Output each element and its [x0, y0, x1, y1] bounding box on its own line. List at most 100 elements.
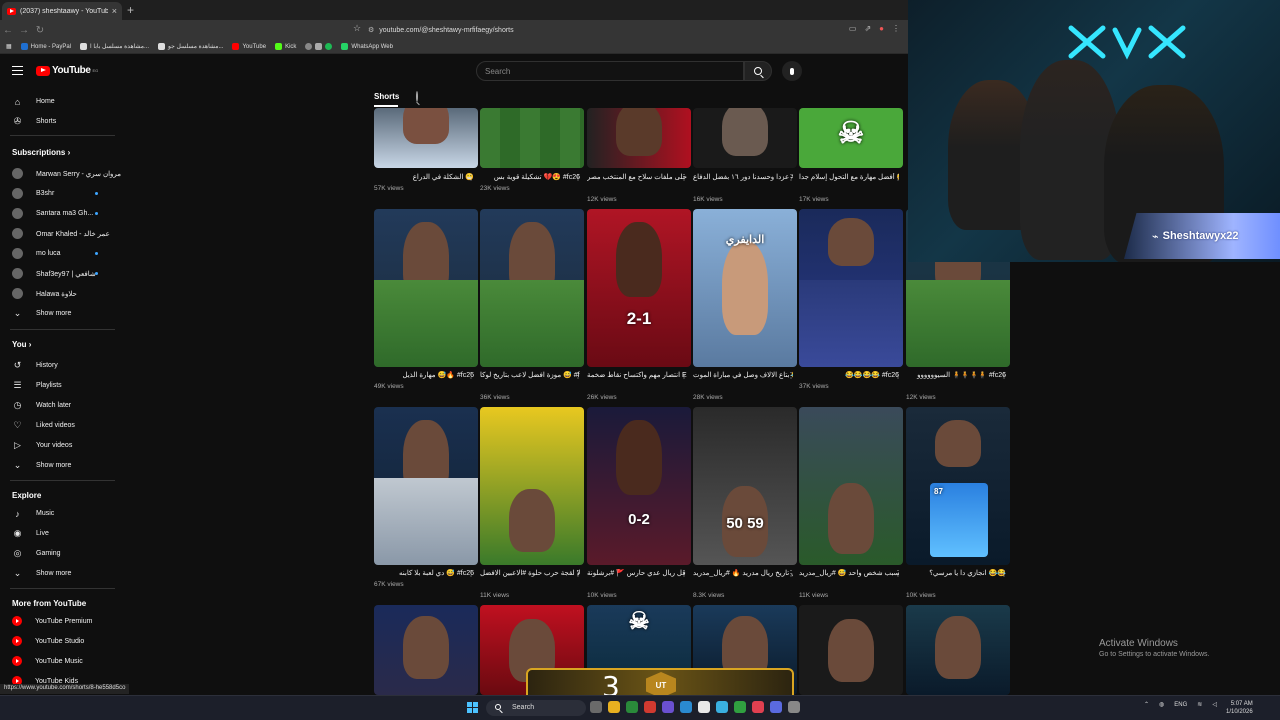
short-thumbnail[interactable]: 87	[906, 407, 1010, 565]
short-thumbnail[interactable]: 2-1	[587, 209, 691, 367]
sidebar-item-playlists[interactable]: ☰ Playlists	[12, 380, 61, 391]
browser-tab[interactable]: (2037) sheshtaawy - YouTube ×	[2, 2, 122, 20]
sidebar-item-your-videos[interactable]: ▷ Your videos	[12, 440, 72, 451]
app-icon[interactable]	[788, 701, 800, 713]
short-thumbnail[interactable]	[480, 209, 584, 367]
more-actions-icon[interactable]: ⋮	[894, 174, 902, 182]
short-thumbnail[interactable]: 50 59	[693, 407, 797, 565]
app-icon[interactable]	[626, 701, 638, 713]
short-title[interactable]: من أحلى ملفات سلاح مع المنتخب مصر EG #	[587, 173, 687, 182]
subscription-item[interactable]: B3shr	[12, 188, 54, 199]
bookmark-series-2[interactable]: مشاهدة مسلسل جو...	[158, 43, 223, 50]
search-input[interactable]: Search	[476, 61, 744, 81]
short-thumbnail[interactable]	[374, 605, 478, 695]
bookmark-misc-icons[interactable]	[305, 43, 333, 50]
sidebar-item-home[interactable]: ⌂ Home	[12, 96, 55, 107]
youtube-logo[interactable]: YouTube EG	[36, 65, 98, 76]
short-thumbnail[interactable]: ☠	[799, 108, 903, 168]
file-explorer-icon[interactable]	[608, 701, 620, 713]
app-icon[interactable]	[644, 701, 656, 713]
windows-start-icon[interactable]	[467, 702, 478, 713]
bookmark-whatsapp[interactable]: WhatsApp Web	[341, 43, 393, 50]
sidebar-item-watch-later[interactable]: ◷ Watch later	[12, 400, 72, 411]
you-heading[interactable]: You ›	[12, 340, 31, 349]
network-icon[interactable]: ◍	[1159, 701, 1164, 708]
short-title[interactable]: انجازي دا يا مرسي؟ 😂😂	[906, 569, 1006, 578]
short-title[interactable]: غزدا بسبب شخص واحد 😅 #ريال_مدريد	[799, 569, 899, 578]
sidebar-item-youtube-premium[interactable]: YouTube Premium	[12, 616, 92, 626]
more-actions-icon[interactable]: ⋮	[680, 174, 688, 182]
subscription-item[interactable]: Marwan Serry - مروان سري	[12, 168, 121, 179]
more-actions-icon[interactable]: ⋮	[574, 372, 582, 380]
share-icon[interactable]: ⇗	[864, 24, 871, 33]
short-title[interactable]: بتاع الالاف وصل في مباراة الموت 😂😍 #fc26	[693, 371, 793, 380]
apps-icon[interactable]: ▦	[6, 43, 12, 50]
subscription-item[interactable]: Santara ma3 Gh...	[12, 208, 93, 219]
site-info-icon[interactable]: ⚙	[368, 26, 374, 34]
task-view-icon[interactable]	[590, 701, 602, 713]
sidebar-item-youtube-music[interactable]: YouTube Music	[12, 656, 83, 666]
short-thumbnail[interactable]: الدايفري	[693, 209, 797, 367]
short-title[interactable]: بتاع ولا لقجة حرب حلوة #الاعبين الافضل 😅	[480, 569, 580, 578]
short-title[interactable]: عرضي قل ريال عدي حارس 🚩 #برشلونة	[587, 569, 687, 578]
subscription-item[interactable]: Omar Khaled - عمر خالد	[12, 228, 110, 239]
app-icon[interactable]	[734, 701, 746, 713]
more-actions-icon[interactable]: ⋮	[467, 174, 475, 182]
more-actions-icon[interactable]: ⋮	[894, 372, 902, 380]
show-more-explore[interactable]: ⌄ Show more	[12, 568, 72, 579]
short-thumbnail[interactable]: 0-2	[587, 407, 691, 565]
bookmark-star-icon[interactable]: ☆	[353, 23, 361, 34]
sidebar-item-gaming[interactable]: ◎ Gaming	[12, 548, 61, 559]
more-actions-icon[interactable]: ⋮	[894, 570, 902, 578]
new-tab-button[interactable]: +	[127, 3, 134, 17]
sidebar-item-live[interactable]: ◉ Live	[12, 528, 49, 539]
short-title[interactable]: تشكيلة قوية بس 💔😍 #fc26	[480, 173, 580, 182]
forward-icon[interactable]: →	[16, 25, 32, 36]
short-thumbnail[interactable]	[587, 108, 691, 168]
short-title[interactable]: افضل لاعب في تاريخ ريال مدريد 🔥 #ريال_مد…	[693, 569, 793, 578]
short-thumbnail[interactable]	[693, 108, 797, 168]
cast-icon[interactable]: ▭	[849, 24, 857, 33]
wifi-icon[interactable]: ≋	[1197, 701, 1202, 708]
short-title[interactable]: موزة افضل لاعب بتاريخ لوكا 😅 #fc26 🔥	[480, 371, 580, 380]
short-title[interactable]: الشكلة في الدراع 😁	[374, 173, 474, 182]
bookmark-kick[interactable]: Kick	[275, 43, 296, 50]
app-icon[interactable]	[680, 701, 692, 713]
show-more-you[interactable]: ⌄ Show more	[12, 460, 72, 471]
short-thumbnail[interactable]	[374, 209, 478, 367]
taskbar-search[interactable]: Search	[486, 700, 586, 716]
more-actions-icon[interactable]: ⋮	[574, 174, 582, 182]
more-actions-icon[interactable]: ⋮	[787, 372, 795, 380]
app-icon[interactable]	[698, 701, 710, 713]
language-indicator[interactable]: ENG	[1174, 702, 1187, 708]
extension-icon[interactable]: ●	[879, 24, 884, 33]
short-title[interactable]: انتصار مهم واكتساح نقاط ضخمة EG #afcon	[587, 371, 687, 380]
subscription-item[interactable]: mo luca	[12, 248, 61, 259]
short-title[interactable]: دي لعبة بلا كابنه 😅 #fc26	[374, 569, 474, 578]
sidebar-item-liked-videos[interactable]: ♡ Liked videos	[12, 420, 74, 431]
more-actions-icon[interactable]: ⋮	[680, 570, 688, 578]
close-tab-icon[interactable]: ×	[112, 6, 117, 16]
app-icon[interactable]	[662, 701, 674, 713]
taskbar-clock[interactable]: 5:07 AM 1/10/2026	[1226, 700, 1253, 716]
bookmark-paypal[interactable]: Home - PayPal	[20, 43, 71, 50]
sidebar-item-youtube-studio[interactable]: YouTube Studio	[12, 636, 84, 646]
short-thumbnail[interactable]	[799, 407, 903, 565]
sidebar-item-shorts[interactable]: ✇ Shorts	[12, 116, 57, 127]
short-thumbnail[interactable]	[799, 209, 903, 367]
tab-shorts[interactable]: Shorts	[374, 92, 399, 101]
search-button[interactable]	[744, 61, 772, 81]
short-thumbnail[interactable]	[374, 108, 478, 168]
more-actions-icon[interactable]: ⋮	[467, 570, 475, 578]
hamburger-menu-icon[interactable]	[12, 66, 23, 75]
voice-search-button[interactable]	[782, 61, 802, 81]
more-menu-icon[interactable]: ⋮	[892, 24, 900, 33]
more-actions-icon[interactable]: ⋮	[574, 570, 582, 578]
bookmark-youtube[interactable]: YouTube	[232, 43, 266, 50]
more-actions-icon[interactable]: ⋮	[787, 174, 795, 182]
short-thumbnail[interactable]	[906, 605, 1010, 695]
short-title[interactable]: 😂😂😂😂 #fc26	[799, 371, 899, 380]
show-more-subscriptions[interactable]: ⌄ Show more	[12, 308, 72, 319]
short-thumbnail[interactable]	[480, 407, 584, 565]
short-thumbnail[interactable]	[799, 605, 903, 695]
